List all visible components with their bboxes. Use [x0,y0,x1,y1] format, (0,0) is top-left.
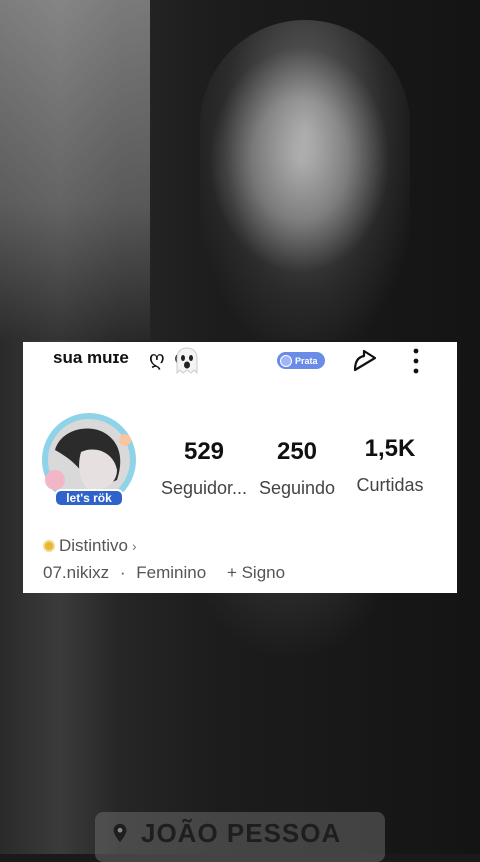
following-stat[interactable]: 250 Seguindo [253,438,341,499]
location-text: JOÃO PESSOA [141,818,342,848]
avatar[interactable]: let's rök [33,410,145,512]
profile-meta: 07.nikixz · Feminino + Signo [43,563,291,583]
chevron-right-icon: › [131,538,137,554]
distintivo-label: Distintivo [59,536,128,555]
badge-icon [280,354,292,367]
location-sticker[interactable]: JOÃO PESSOA [95,812,385,862]
more-vertical-icon[interactable] [409,347,423,375]
add-sign-button[interactable]: + Signo [227,563,285,582]
profile-topbar: sua muɪe ღ ღ Prata [23,342,457,382]
followers-count: 529 [183,438,225,465]
badge-label: Prata [295,355,318,366]
following-count: 250 [276,438,318,465]
following-label: Seguindo [258,478,336,498]
followers-stat[interactable]: 529 Seguidor... [155,438,253,499]
background-window [0,0,150,340]
distintivo-link[interactable]: Distintivo › [43,536,137,556]
background-figure [200,20,410,340]
level-badge[interactable]: Prata [277,352,325,369]
location-pin-icon [113,823,127,843]
meta-separator: · [119,563,126,582]
handle-text: 07.nikixz [43,563,110,582]
ghost-emoji-icon [176,347,198,375]
username: sua muɪe [53,348,129,367]
followers-label: Seguidor... [160,478,248,498]
profile-card: sua muɪe ღ ღ Prata let's rök 529 Seguido… [23,342,457,593]
avatar-frame: let's rök [42,413,136,507]
likes-count: 1,5K [364,435,416,462]
likes-label: Curtidas [356,475,424,495]
distintivo-icon [43,540,55,552]
gender-text: Feminino [136,563,207,582]
likes-stat: 1,5K Curtidas [347,435,433,496]
avatar-sticker-text: let's rök [66,491,112,505]
share-icon[interactable] [350,346,380,376]
